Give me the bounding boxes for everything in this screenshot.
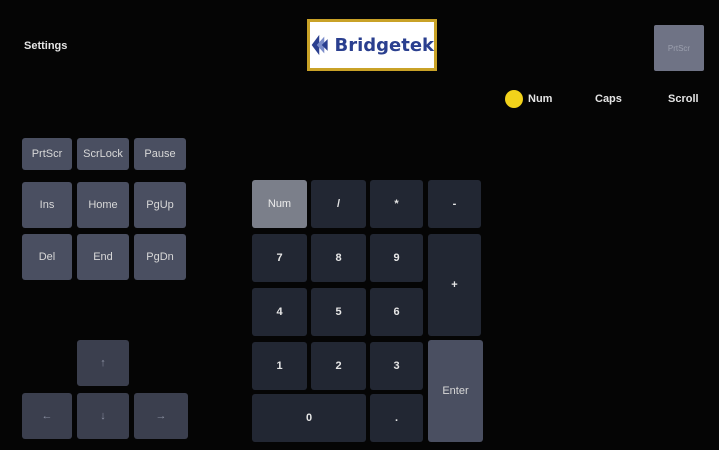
pgup-key[interactable]: PgUp — [134, 182, 186, 228]
logo-wordmark: Bridgetek — [334, 34, 434, 56]
numpad-2-key[interactable]: 2 — [311, 342, 366, 390]
numpad-decimal-key[interactable]: . — [370, 394, 423, 442]
end-key[interactable]: End — [77, 234, 129, 280]
numpad-plus-key[interactable]: + — [428, 234, 481, 336]
prtscr-key[interactable]: PrtScr — [22, 138, 72, 170]
bridgetek-logo: Bridgetek — [307, 19, 437, 71]
arrow-right-key[interactable]: → — [134, 393, 188, 439]
arrow-left-key[interactable]: ← — [22, 393, 72, 439]
scrlock-key[interactable]: ScrLock — [77, 138, 129, 170]
num-lock-label: Num — [528, 93, 553, 105]
insert-key[interactable]: Ins — [22, 182, 72, 228]
numpad-1-key[interactable]: 1 — [252, 342, 307, 390]
home-key[interactable]: Home — [77, 182, 129, 228]
numpad-4-key[interactable]: 4 — [252, 288, 307, 336]
numpad-enter-key[interactable]: Enter — [428, 340, 483, 442]
delete-key[interactable]: Del — [22, 234, 72, 280]
numpad-minus-key[interactable]: - — [428, 180, 481, 228]
numpad-divide-key[interactable]: / — [311, 180, 366, 228]
caps-lock-label: Caps — [595, 93, 622, 105]
numpad-numlock-key[interactable]: Num — [252, 180, 307, 228]
numpad-7-key[interactable]: 7 — [252, 234, 307, 282]
numpad-3-key[interactable]: 3 — [370, 342, 423, 390]
numpad-8-key[interactable]: 8 — [311, 234, 366, 282]
numpad-0-key[interactable]: 0 — [252, 394, 366, 442]
scroll-lock-label: Scroll — [668, 93, 699, 105]
bridgetek-logo-icon — [311, 34, 328, 56]
arrow-down-key[interactable]: ↓ — [77, 393, 129, 439]
arrow-up-key[interactable]: ↑ — [77, 340, 129, 386]
numpad-9-key[interactable]: 9 — [370, 234, 423, 282]
num-lock-indicator-icon — [505, 90, 523, 108]
numpad-multiply-key[interactable]: * — [370, 180, 423, 228]
numpad-6-key[interactable]: 6 — [370, 288, 423, 336]
print-screen-button[interactable]: PrtScr — [654, 25, 704, 71]
numpad-5-key[interactable]: 5 — [311, 288, 366, 336]
pgdn-key[interactable]: PgDn — [134, 234, 186, 280]
settings-button[interactable]: Settings — [24, 40, 67, 52]
pause-key[interactable]: Pause — [134, 138, 186, 170]
